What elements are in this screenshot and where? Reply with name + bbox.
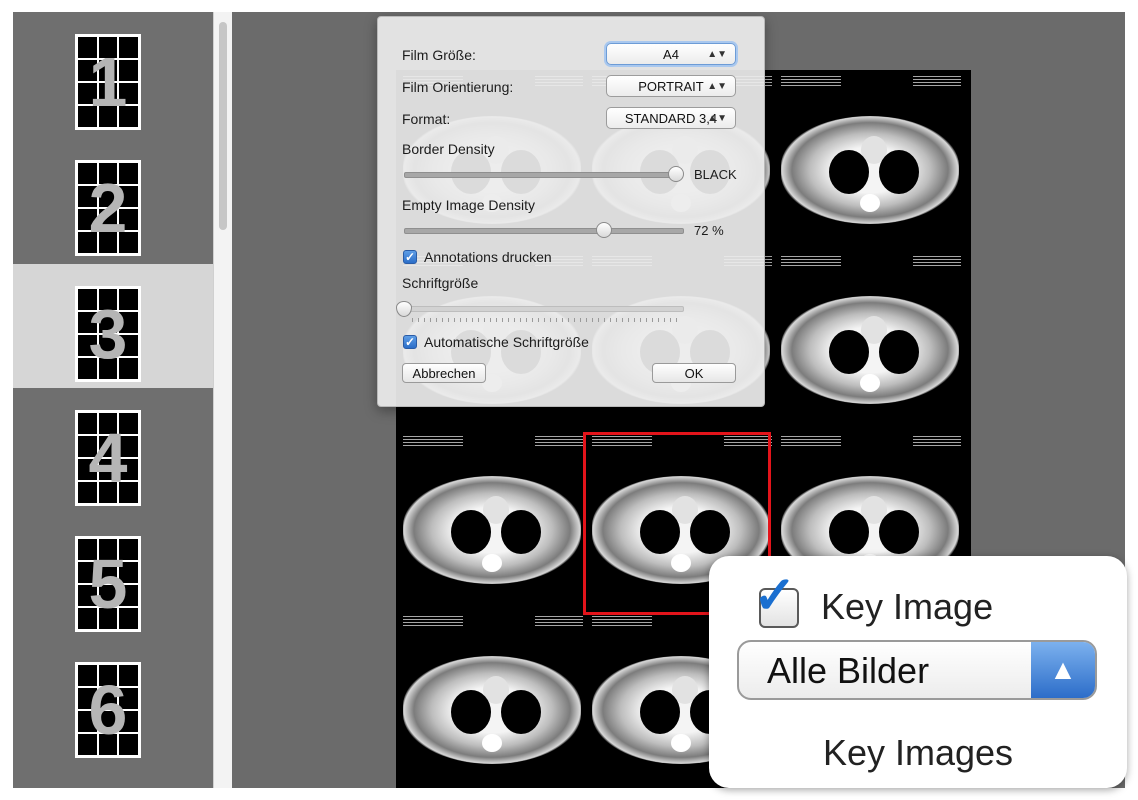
image-annotation-text [403, 616, 463, 626]
ct-slice-image [781, 296, 959, 404]
film-size-value: A4 [663, 47, 679, 62]
layout-thumbnail: 2 [75, 160, 141, 256]
image-annotation-text [592, 616, 652, 626]
scrollbar-thumb[interactable] [219, 22, 227, 230]
format-popup[interactable]: STANDARD 3,4 ▲▼ [606, 107, 736, 129]
layout-item-4[interactable]: 4 [13, 388, 213, 512]
format-value: STANDARD 3,4 [624, 111, 718, 126]
border-density-value: BLACK [694, 167, 737, 182]
layout-number: 1 [88, 43, 128, 121]
cancel-button[interactable]: Abbrechen [402, 363, 486, 383]
key-image-zoom-callout: ✓ Key Image Alle Bilder ▲ Key Images [709, 556, 1127, 788]
layout-number: 6 [88, 671, 128, 749]
film-image-cell[interactable] [777, 252, 965, 430]
layout-thumbnail: 4 [75, 410, 141, 506]
empty-image-density-label: Empty Image Density [402, 197, 536, 213]
key-image-filter-select[interactable]: Alle Bilder ▲ [737, 640, 1097, 700]
layout-number: 3 [88, 295, 128, 373]
layout-number: 2 [88, 169, 128, 247]
annotations-label: Annotations drucken [424, 249, 552, 265]
film-size-popup[interactable]: A4 ▲▼ [606, 43, 736, 65]
border-density-slider[interactable] [404, 172, 678, 178]
film-image-cell[interactable] [399, 612, 587, 788]
film-orientation-value: PORTRAIT [638, 79, 704, 94]
empty-image-density-slider[interactable] [404, 228, 684, 234]
image-annotation-text [913, 436, 961, 446]
font-size-ticks [412, 318, 680, 322]
key-images-caption: Key Images [822, 732, 1014, 773]
auto-font-size-checkbox[interactable]: ✓ [403, 335, 417, 349]
image-annotation-text [913, 76, 961, 86]
updown-arrows-icon: ▲ [1031, 642, 1095, 698]
layout-thumbnail: 6 [75, 662, 141, 758]
font-size-slider[interactable] [404, 306, 684, 312]
image-annotation-text [403, 436, 463, 446]
ok-button[interactable]: OK [652, 363, 736, 383]
key-image-filter-value: Alle Bilder [767, 650, 930, 691]
format-label: Format: [402, 111, 451, 127]
layout-number: 5 [88, 545, 128, 623]
image-annotation-text [535, 436, 583, 446]
border-density-label: Border Density [402, 141, 495, 157]
film-image-cell[interactable] [777, 72, 965, 250]
empty-image-density-knob[interactable] [596, 222, 613, 238]
image-annotation-text [913, 256, 961, 266]
empty-image-density-value: 72 % [694, 223, 724, 238]
layout-number: 4 [88, 419, 128, 497]
layout-item-2[interactable]: 2 [13, 138, 213, 262]
auto-font-size-label: Automatische Schriftgröße [424, 334, 589, 350]
layout-thumbnail: 3 [75, 286, 141, 382]
font-size-label: Schriftgröße [402, 275, 479, 291]
layout-item-6[interactable]: 6 [13, 640, 213, 764]
key-image-label: Key Image [821, 586, 994, 627]
film-orientation-popup[interactable]: PORTRAIT ▲▼ [606, 75, 736, 97]
ct-slice-image [403, 656, 581, 764]
film-orientation-label: Film Orientierung: [402, 79, 514, 95]
print-settings-dialog: Film Größe: A4 ▲▼ Film Orientierung: PORT… [377, 16, 765, 407]
layout-sidebar: 1 2 3 4 5 6 [13, 12, 213, 788]
updown-arrows-icon: ▲▼ [707, 81, 727, 92]
annotations-checkbox[interactable]: ✓ [403, 250, 417, 264]
layout-item-3[interactable]: 3 [13, 264, 213, 388]
layout-thumbnail: 1 [75, 34, 141, 130]
layout-thumbnail: 5 [75, 536, 141, 632]
sidebar-scrollbar[interactable] [213, 12, 232, 788]
checkmark-icon: ✓ [753, 567, 797, 625]
updown-arrows-icon: ▲▼ [707, 49, 727, 60]
image-annotation-text [535, 616, 583, 626]
image-annotation-text [781, 436, 841, 446]
image-annotation-text [781, 76, 841, 86]
updown-arrows-icon: ▲▼ [707, 113, 727, 124]
ct-slice-image [781, 116, 959, 224]
layout-item-5[interactable]: 5 [13, 514, 213, 638]
film-size-label: Film Größe: [402, 47, 476, 63]
font-size-knob[interactable] [396, 301, 412, 317]
image-annotation-text [781, 256, 841, 266]
ct-slice-image [403, 476, 581, 584]
layout-item-1[interactable]: 1 [13, 12, 213, 136]
film-image-cell[interactable] [399, 432, 587, 610]
border-density-knob[interactable] [668, 166, 684, 182]
